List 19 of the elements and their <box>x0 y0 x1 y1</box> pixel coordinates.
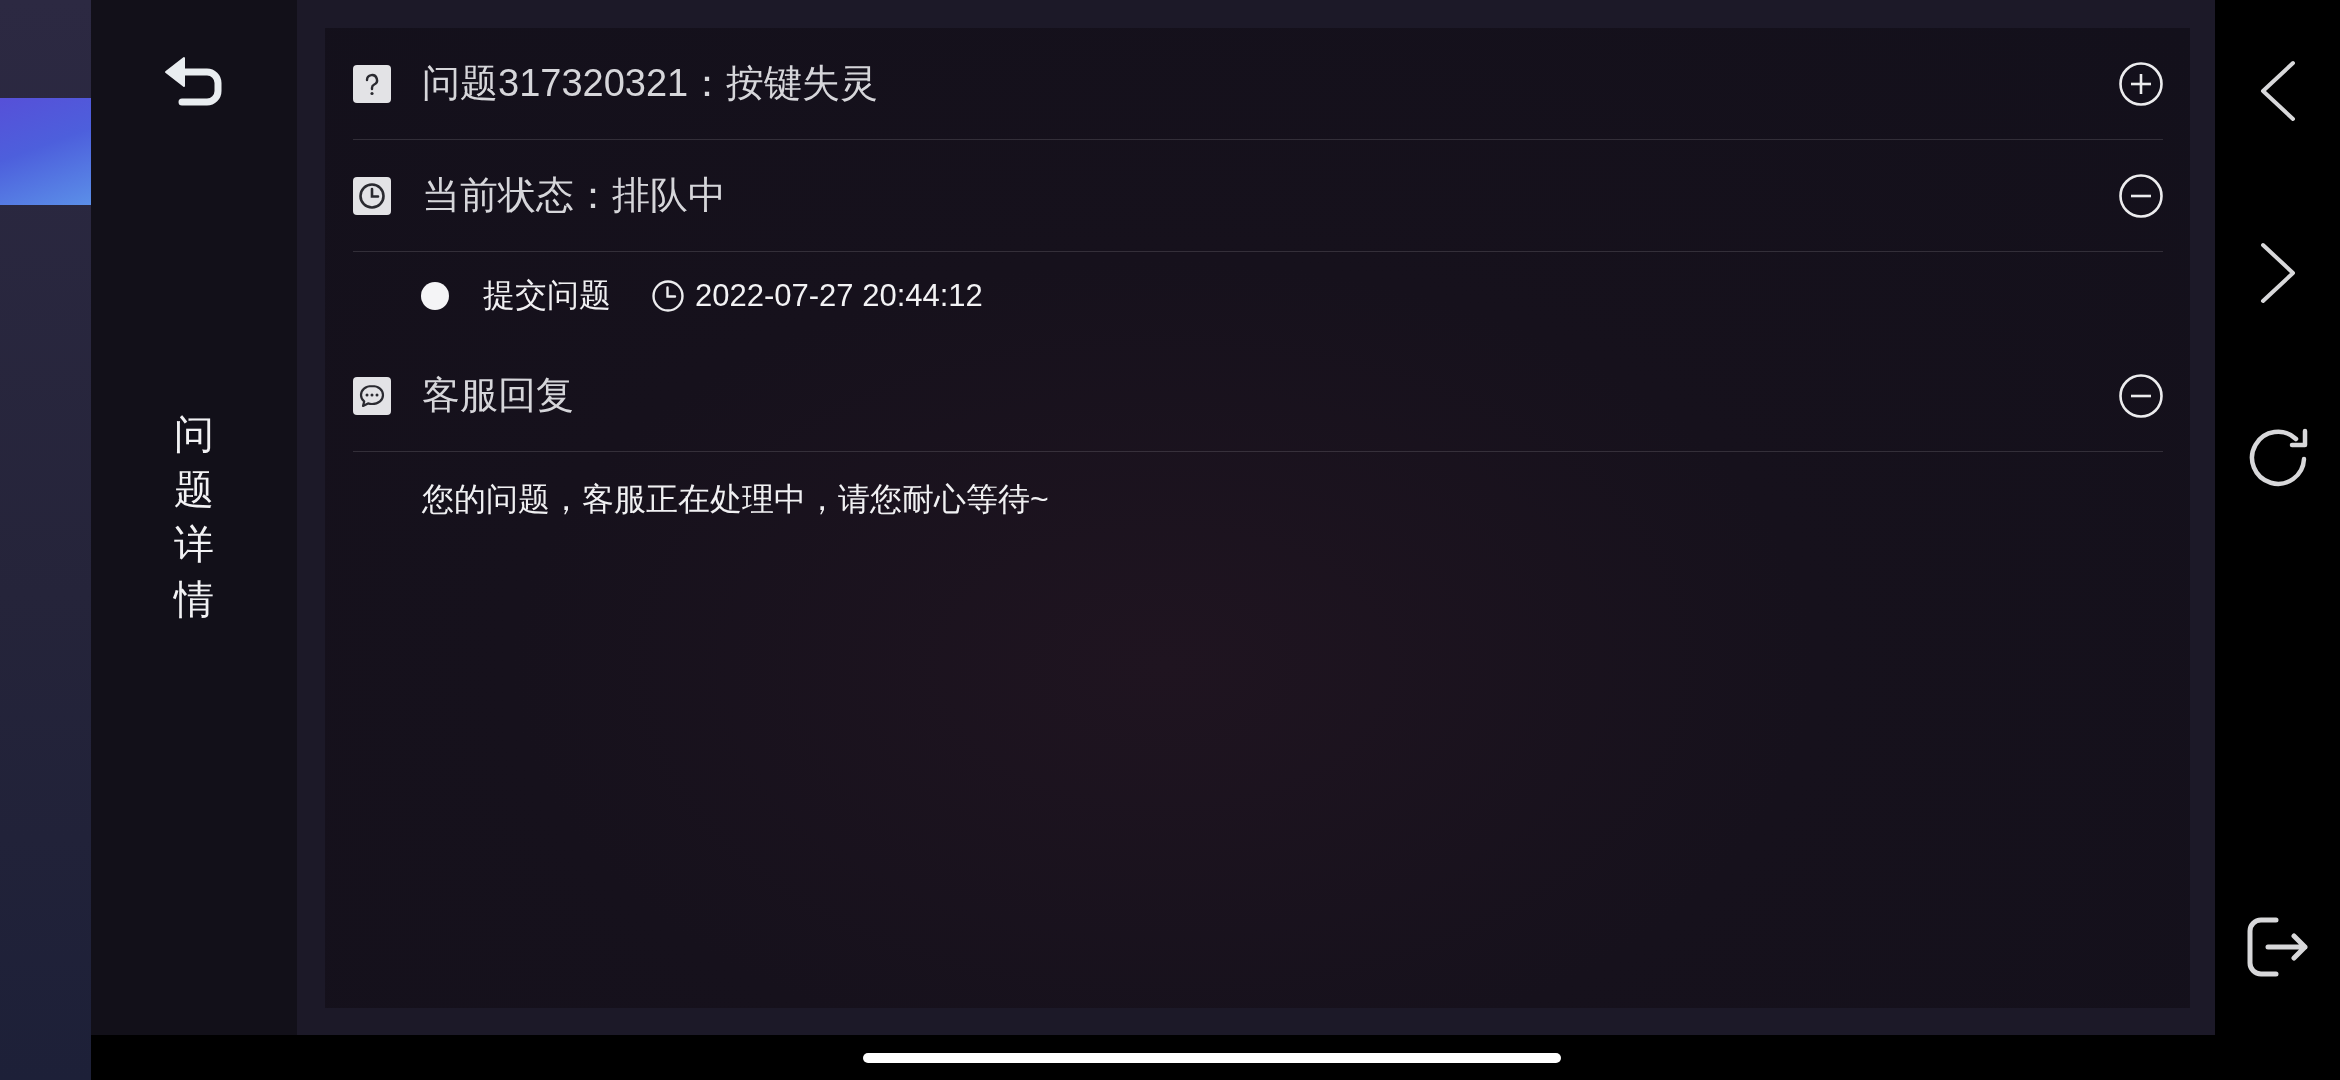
clock-icon <box>652 280 684 312</box>
reply-message: 您的问题，客服正在处理中，请您耐心等待~ <box>422 480 1049 518</box>
chevron-right-icon[interactable] <box>2259 242 2296 304</box>
chat-bubble-icon <box>353 376 391 415</box>
section-title: 问题317320321：按键失灵 <box>422 61 879 106</box>
exit-icon[interactable] <box>2245 916 2310 978</box>
minus-circle-icon[interactable] <box>2119 373 2163 418</box>
clock-icon <box>353 176 391 215</box>
timeline-dot-icon <box>421 282 449 310</box>
event-label: 提交问题 <box>483 276 611 315</box>
page-title: 问题详情 <box>174 411 214 623</box>
chevron-left-icon[interactable] <box>2259 60 2296 122</box>
question-icon <box>353 64 391 103</box>
plus-circle-icon[interactable] <box>2119 61 2163 106</box>
minus-circle-icon[interactable] <box>2119 173 2163 218</box>
back-icon[interactable] <box>164 56 224 108</box>
section-title: 客服回复 <box>422 373 574 418</box>
section-title: 当前状态：排队中 <box>422 173 726 218</box>
event-time: 2022-07-27 20:44:12 <box>695 278 983 314</box>
